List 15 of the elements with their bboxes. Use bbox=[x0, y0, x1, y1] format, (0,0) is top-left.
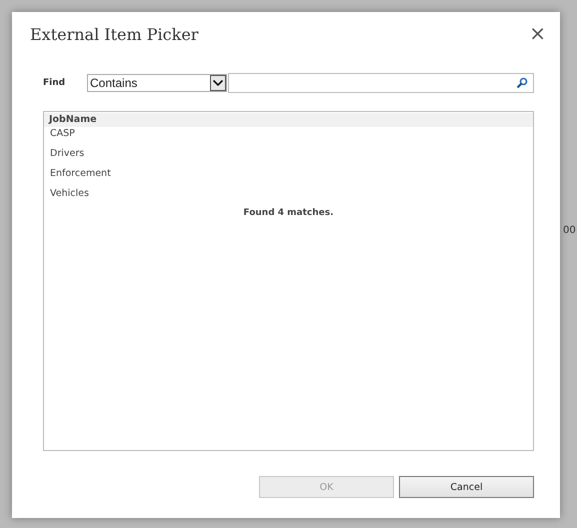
search-field[interactable] bbox=[228, 73, 534, 93]
status-text: Found 4 matches. bbox=[243, 207, 334, 219]
close-button[interactable]: × bbox=[529, 23, 546, 43]
match-dropdown[interactable]: Contains bbox=[87, 74, 227, 92]
background-text: 00 bbox=[563, 224, 576, 237]
cancel-button[interactable]: Cancel bbox=[399, 476, 534, 498]
list-row[interactable]: Enforcement bbox=[44, 167, 533, 181]
column-header: JobName bbox=[49, 114, 97, 126]
list-row[interactable]: Drivers bbox=[44, 147, 533, 161]
find-label: Find bbox=[43, 78, 66, 88]
dropdown-caret-icon bbox=[210, 75, 226, 91]
list-row[interactable]: Vehicles bbox=[44, 187, 533, 201]
list-row[interactable]: CASP bbox=[44, 127, 533, 141]
search-icon bbox=[516, 77, 528, 89]
window-title: External Item Picker bbox=[30, 25, 198, 44]
